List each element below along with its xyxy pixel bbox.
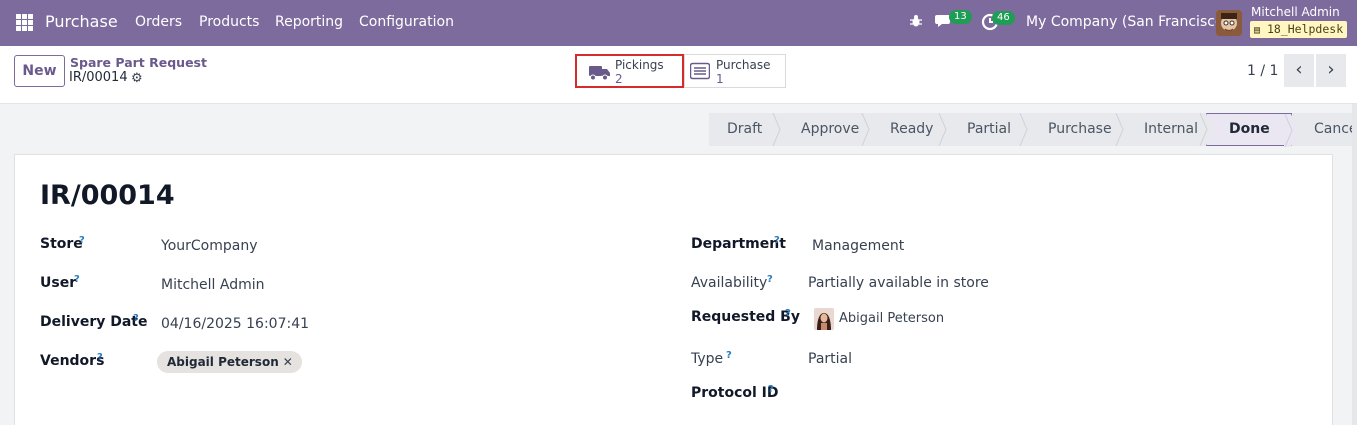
availability-label: Availability xyxy=(691,275,768,291)
list-icon xyxy=(690,62,710,80)
pager-previous-button[interactable]: ‹ xyxy=(1284,54,1314,87)
database-icon: ▤ xyxy=(1254,25,1261,36)
status-stage-purchase[interactable]: Purchase xyxy=(1026,113,1129,146)
status-stage-partial[interactable]: Partial xyxy=(945,113,1033,146)
vendors-label: Vendors xyxy=(40,353,105,369)
availability-help-icon[interactable]: ? xyxy=(767,274,773,285)
chevron-right-icon: › xyxy=(1327,59,1335,80)
stage-separator xyxy=(1019,113,1033,146)
protocol-id-help-icon[interactable]: ? xyxy=(768,384,774,395)
status-stage-cancel[interactable]: Cancel xyxy=(1292,113,1357,146)
pickings-smart-button[interactable]: Pickings 2 xyxy=(575,54,684,88)
menu-products[interactable]: Products xyxy=(199,14,259,30)
vendors-help-icon[interactable]: ? xyxy=(97,352,103,363)
company-switcher[interactable]: My Company (San Francisco) xyxy=(1026,14,1229,30)
requested-by-field[interactable]: Abigail Peterson xyxy=(839,311,944,326)
pickings-label: Pickings xyxy=(615,58,664,72)
status-bar: Draft Approve Ready Partial Purchase Internal… xyxy=(709,113,1357,147)
stage-separator xyxy=(938,113,952,146)
vendor-tag-label: Abigail Peterson xyxy=(167,355,279,369)
messages-count-badge: 13 xyxy=(949,10,972,24)
purchase-count: 1 xyxy=(716,72,724,86)
requested-by-help-icon[interactable]: ? xyxy=(785,308,791,319)
pager-next-button[interactable]: › xyxy=(1316,54,1346,87)
type-field: Partial xyxy=(808,351,852,367)
type-label: Type xyxy=(691,351,724,367)
database-badge: ▤ 18_Helpdesk xyxy=(1250,21,1348,38)
menu-orders[interactable]: Orders xyxy=(135,14,182,30)
user-label: User xyxy=(40,275,77,291)
purchase-label: Purchase xyxy=(716,58,771,72)
status-stage-internal[interactable]: Internal xyxy=(1122,113,1213,146)
department-help-icon[interactable]: ? xyxy=(774,235,780,246)
activities-count-badge: 46 xyxy=(992,11,1015,25)
delivery-date-help-icon[interactable]: ? xyxy=(133,313,139,324)
page-scrollbar[interactable] xyxy=(1352,104,1357,425)
debug-bug-icon[interactable] xyxy=(909,14,923,32)
status-stage-approve[interactable]: Approve xyxy=(779,113,875,146)
truck-icon xyxy=(589,66,610,81)
chevron-left-icon: ‹ xyxy=(1295,59,1303,80)
availability-field: Partially available in store xyxy=(808,275,989,291)
record-title: IR/00014 xyxy=(40,180,175,211)
protocol-id-label: Protocol ID xyxy=(691,385,779,401)
status-stage-done[interactable]: Done xyxy=(1206,113,1298,147)
requested-by-label: Requested By xyxy=(691,309,800,325)
breadcrumb-parent[interactable]: Spare Part Request xyxy=(70,55,207,70)
stage-separator xyxy=(1199,113,1213,146)
vendor-tag[interactable]: Abigail Peterson ✕ xyxy=(157,351,302,373)
database-name: 18_Helpdesk xyxy=(1266,22,1344,36)
store-help-icon[interactable]: ? xyxy=(79,235,85,246)
type-help-icon[interactable]: ? xyxy=(726,350,732,361)
close-icon[interactable]: ✕ xyxy=(283,355,293,369)
department-field[interactable]: Management xyxy=(812,238,904,254)
purchase-smart-button[interactable]: Purchase 1 xyxy=(684,54,786,88)
delivery-date-field[interactable]: 04/16/2025 16:07:41 xyxy=(161,316,309,332)
stage-separator xyxy=(861,113,875,146)
delivery-date-label: Delivery Date xyxy=(40,314,148,330)
menu-reporting[interactable]: Reporting xyxy=(275,14,343,30)
breadcrumb-current: IR/00014 xyxy=(69,70,128,85)
gear-icon[interactable]: ⚙ xyxy=(131,71,143,86)
menu-configuration[interactable]: Configuration xyxy=(359,14,454,30)
stage-separator xyxy=(772,113,786,146)
stage-separator xyxy=(1284,114,1298,147)
form-sheet: IR/00014 Store ? YourCompany User ? Mitc… xyxy=(14,154,1333,425)
stage-separator xyxy=(1115,113,1129,146)
store-field[interactable]: YourCompany xyxy=(161,238,258,254)
store-label: Store xyxy=(40,236,83,252)
user-avatar[interactable] xyxy=(1216,10,1242,36)
department-label: Department xyxy=(691,236,786,252)
control-panel: New Spare Part Request IR/00014 ⚙ Pickin… xyxy=(0,46,1357,104)
pager-value[interactable]: 1 / 1 xyxy=(1247,63,1278,79)
status-stage-draft[interactable]: Draft xyxy=(709,113,786,146)
requester-avatar xyxy=(814,308,834,330)
user-field[interactable]: Mitchell Admin xyxy=(161,277,265,293)
pickings-count: 2 xyxy=(615,72,623,86)
app-name[interactable]: Purchase xyxy=(45,12,118,31)
apps-menu-icon[interactable] xyxy=(16,14,33,31)
user-name[interactable]: Mitchell Admin xyxy=(1251,5,1340,19)
status-stage-ready[interactable]: Ready xyxy=(868,113,952,146)
user-help-icon[interactable]: ? xyxy=(74,274,80,285)
top-navbar: Purchase Orders Products Reporting Confi… xyxy=(0,0,1357,46)
new-button[interactable]: New xyxy=(14,55,65,87)
